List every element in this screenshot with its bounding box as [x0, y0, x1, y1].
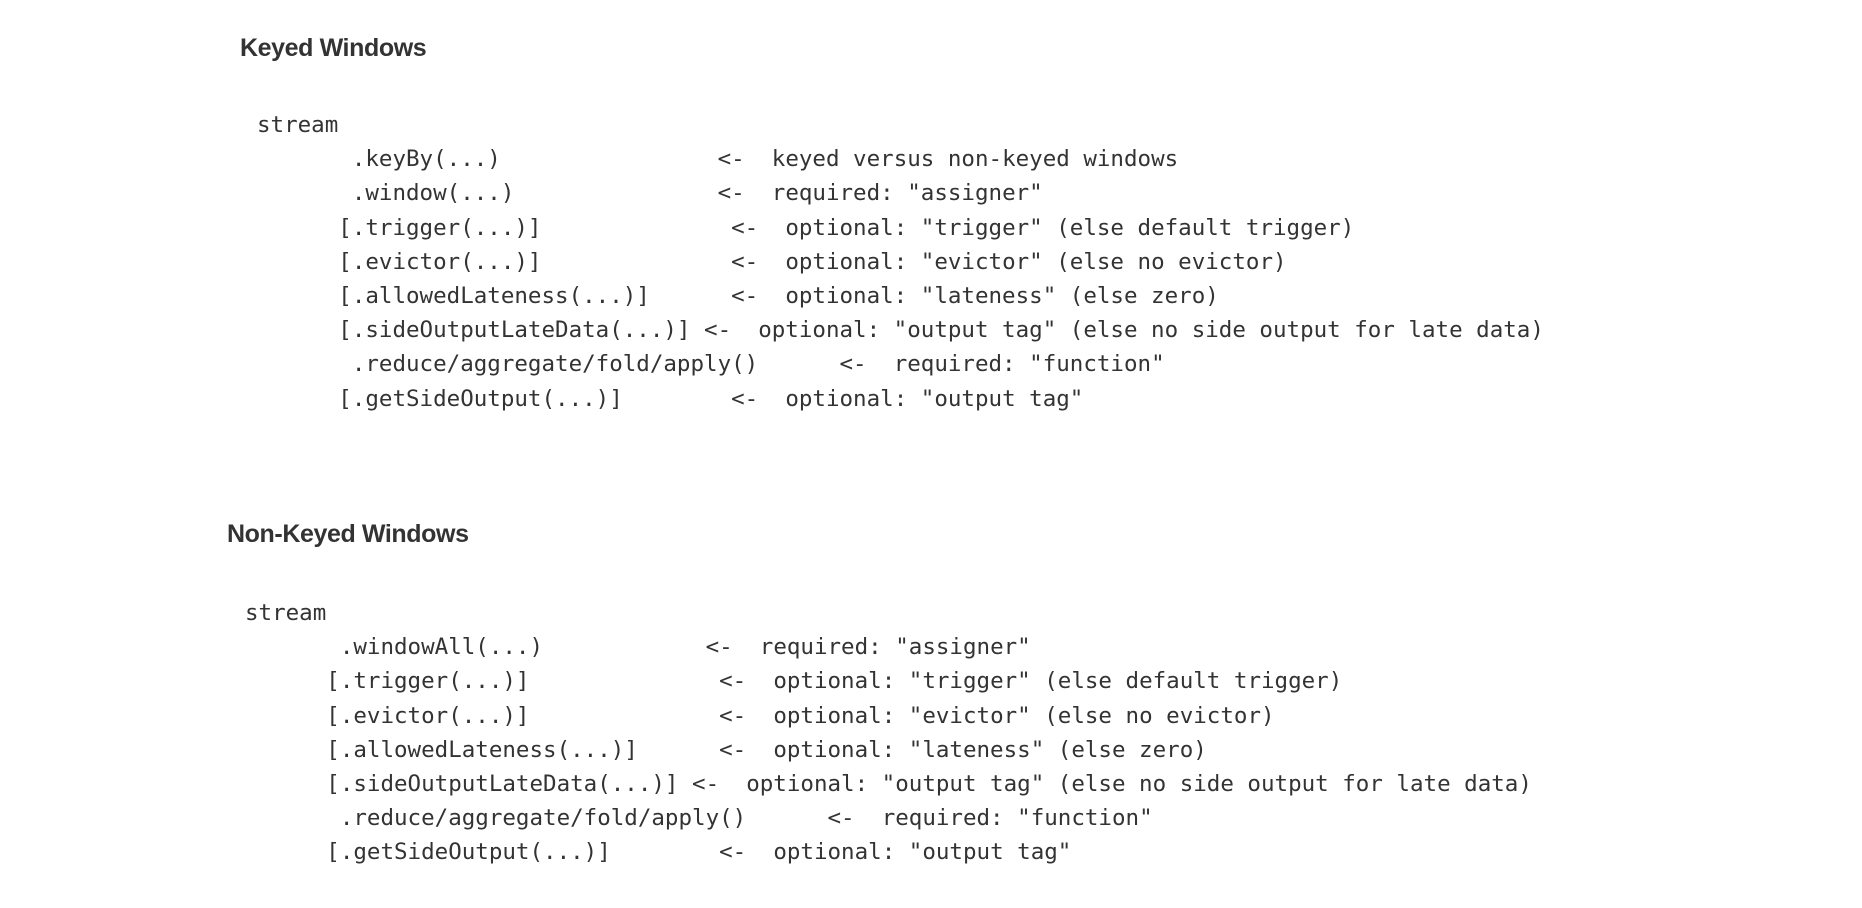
method-call: [.sideOutputLateData(...)]	[326, 770, 679, 797]
method-call: stream	[257, 112, 339, 138]
code-line: [.getSideOutput(...)] <- optional: "outp…	[257, 382, 1544, 416]
method-call: .reduce/aggregate/fold/apply()	[351, 351, 759, 378]
code-line: [.allowedLateness(...)] <- optional: "la…	[257, 279, 1544, 313]
arrow-marker: <-	[719, 668, 747, 695]
method-call: .window(...)	[351, 180, 515, 207]
arrow-marker: <-	[717, 146, 745, 173]
method-call: .windowAll(...)	[339, 634, 544, 661]
line-comment: optional: "evictor" (else no evictor)	[773, 702, 1275, 729]
line-comment: required: "function"	[893, 351, 1165, 378]
code-line: .reduce/aggregate/fold/apply() <- requir…	[245, 801, 1532, 835]
arrow-marker: <-	[731, 214, 759, 241]
code-line: stream	[245, 596, 1532, 630]
arrow-marker: <-	[731, 248, 759, 275]
arrow-marker: <-	[704, 317, 732, 344]
method-call: [.sideOutputLateData(...)]	[338, 317, 691, 344]
arrow-marker: <-	[719, 839, 747, 866]
method-call: [.allowedLateness(...)]	[326, 736, 638, 763]
method-call: [.evictor(...)]	[338, 248, 542, 275]
code-line: .windowAll(...) <- required: "assigner"	[245, 630, 1532, 664]
arrow-marker: <-	[731, 385, 759, 412]
keyed-windows-code-block: stream .keyBy(...) <- keyed versus non-k…	[257, 108, 1544, 416]
method-call: stream	[245, 600, 327, 626]
line-comment: optional: "output tag" (else no side out…	[746, 770, 1532, 797]
line-comment: optional: "trigger" (else default trigge…	[785, 214, 1355, 241]
code-line: .keyBy(...) <- keyed versus non-keyed wi…	[257, 142, 1544, 176]
code-line: stream	[257, 108, 1544, 142]
non-keyed-windows-code-block: stream .windowAll(...) <- required: "ass…	[245, 596, 1532, 870]
code-line: [.trigger(...)] <- optional: "trigger" (…	[245, 664, 1532, 698]
line-comment: keyed versus non-keyed windows	[771, 146, 1179, 173]
code-line: [.sideOutputLateData(...)] <- optional: …	[245, 767, 1532, 801]
line-comment: optional: "lateness" (else zero)	[773, 736, 1207, 763]
line-comment: optional: "evictor" (else no evictor)	[785, 248, 1287, 275]
method-call: .reduce/aggregate/fold/apply()	[339, 805, 747, 832]
method-call: [.getSideOutput(...)]	[326, 839, 611, 866]
line-comment: optional: "output tag"	[785, 385, 1084, 412]
line-comment: required: "function"	[881, 805, 1153, 832]
arrow-marker: <-	[839, 351, 867, 378]
code-line: [.allowedLateness(...)] <- optional: "la…	[245, 733, 1532, 767]
line-comment: required: "assigner"	[759, 634, 1031, 661]
arrow-marker: <-	[717, 180, 745, 207]
non-keyed-windows-heading: Non-Keyed Windows	[227, 520, 469, 548]
method-call: [.trigger(...)]	[338, 214, 542, 241]
code-line: .reduce/aggregate/fold/apply() <- requir…	[257, 347, 1544, 381]
code-line: .window(...) <- required: "assigner"	[257, 176, 1544, 210]
arrow-marker: <-	[705, 634, 733, 661]
method-call: [.allowedLateness(...)]	[338, 282, 650, 309]
line-comment: optional: "output tag"	[773, 839, 1072, 866]
arrow-marker: <-	[719, 736, 747, 763]
line-comment: required: "assigner"	[771, 180, 1043, 207]
code-line: [.getSideOutput(...)] <- optional: "outp…	[245, 835, 1532, 869]
line-comment: optional: "lateness" (else zero)	[785, 282, 1219, 309]
code-line: [.evictor(...)] <- optional: "evictor" (…	[245, 699, 1532, 733]
method-call: [.trigger(...)]	[326, 668, 530, 695]
keyed-windows-heading: Keyed Windows	[240, 34, 427, 62]
method-call: .keyBy(...)	[351, 146, 501, 173]
code-line: [.trigger(...)] <- optional: "trigger" (…	[257, 211, 1544, 245]
arrow-marker: <-	[827, 805, 855, 832]
code-line: [.sideOutputLateData(...)] <- optional: …	[257, 313, 1544, 347]
arrow-marker: <-	[719, 702, 747, 729]
arrow-marker: <-	[692, 770, 720, 797]
code-line: [.evictor(...)] <- optional: "evictor" (…	[257, 245, 1544, 279]
line-comment: optional: "trigger" (else default trigge…	[773, 668, 1343, 695]
arrow-marker: <-	[731, 282, 759, 309]
method-call: [.evictor(...)]	[326, 702, 530, 729]
line-comment: optional: "output tag" (else no side out…	[758, 317, 1544, 344]
method-call: [.getSideOutput(...)]	[338, 385, 623, 412]
